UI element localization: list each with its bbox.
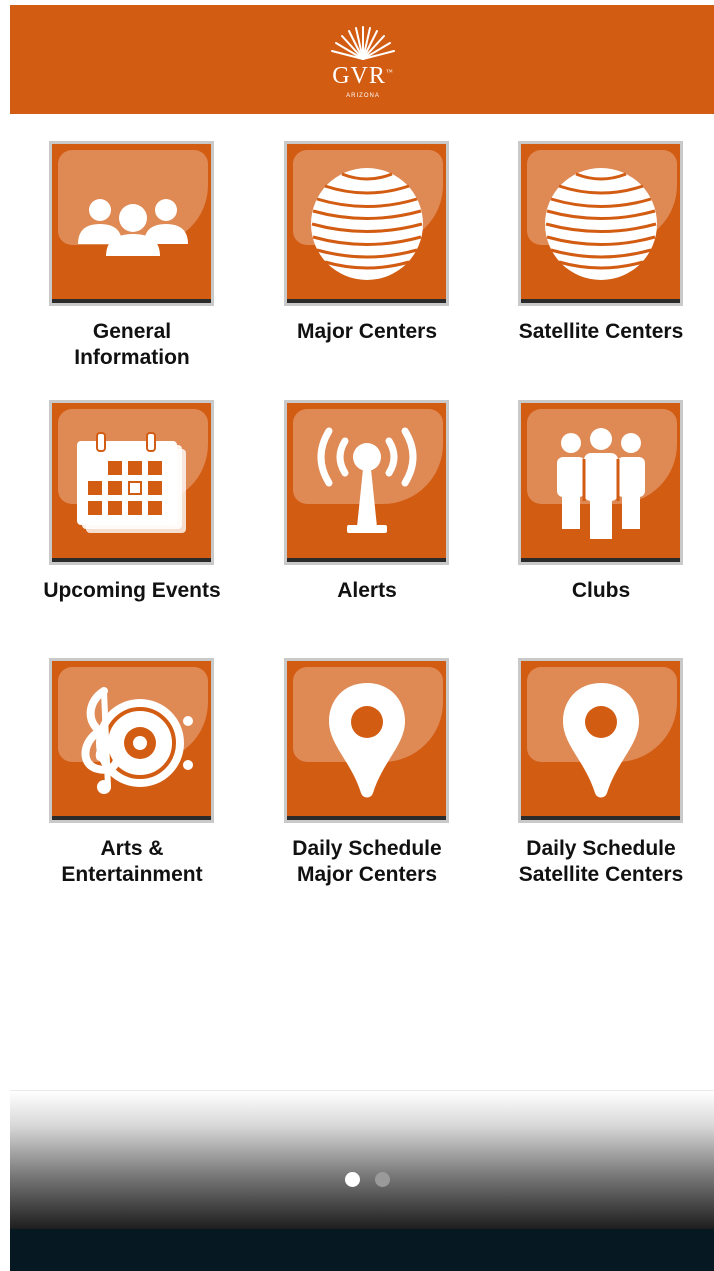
- tile-label: Alerts: [337, 579, 397, 602]
- app-header: GVR™ ARIZONA: [10, 5, 714, 114]
- tile-face: [52, 403, 211, 562]
- tile-alerts[interactable]: [284, 400, 449, 565]
- logo-wordmark: GVR™: [332, 63, 394, 89]
- tile-major-centers[interactable]: [284, 141, 449, 306]
- pager-dot[interactable]: [375, 1172, 390, 1187]
- globe-icon: [311, 168, 423, 280]
- map-pin-icon: [329, 683, 405, 798]
- calendar-icon: [77, 432, 186, 533]
- bottom-banner: [10, 1090, 714, 1230]
- sunburst-icon: [331, 26, 395, 60]
- screen-edge: [0, 0, 10, 1271]
- tile-label: Major Centers: [296, 320, 438, 343]
- tile-general-information[interactable]: [49, 141, 214, 306]
- tile-face: [521, 661, 680, 820]
- pager-dot-active[interactable]: [345, 1172, 360, 1187]
- tile-label: Upcoming Events: [43, 579, 221, 602]
- people-standing-icon: [557, 428, 645, 539]
- tile-face: [287, 403, 446, 562]
- music-speaker-icon: [81, 687, 193, 794]
- tile-clubs[interactable]: [518, 400, 683, 565]
- tile-face: [52, 661, 211, 820]
- tile-label: Daily Schedule Satellite Centers: [518, 837, 684, 886]
- tile-label: General Information: [74, 320, 190, 369]
- tile-label: Satellite Centers: [518, 320, 684, 343]
- tile-face: [52, 144, 211, 303]
- tile-arts-entertainment[interactable]: [49, 658, 214, 823]
- gvr-logo: GVR™ ARIZONA: [321, 23, 405, 105]
- tile-face: [521, 403, 680, 562]
- tile-label: Daily Schedule Major Centers: [292, 837, 442, 886]
- map-pin-icon: [563, 683, 639, 798]
- system-nav-bar: [10, 1229, 714, 1271]
- people-group-icon: [78, 199, 188, 256]
- broadcast-tower-icon: [317, 427, 417, 533]
- tile-face: [287, 661, 446, 820]
- tile-daily-schedule-major[interactable]: [284, 658, 449, 823]
- globe-icon: [545, 168, 657, 280]
- tile-face: [287, 144, 446, 303]
- tile-upcoming-events[interactable]: [49, 400, 214, 565]
- tile-face: [521, 144, 680, 303]
- tile-daily-schedule-satellite[interactable]: [518, 658, 683, 823]
- tile-label: Clubs: [571, 579, 631, 602]
- tile-satellite-centers[interactable]: [518, 141, 683, 306]
- tile-label: Arts & Entertainment: [61, 837, 203, 886]
- logo-subtext: ARIZONA: [346, 93, 380, 99]
